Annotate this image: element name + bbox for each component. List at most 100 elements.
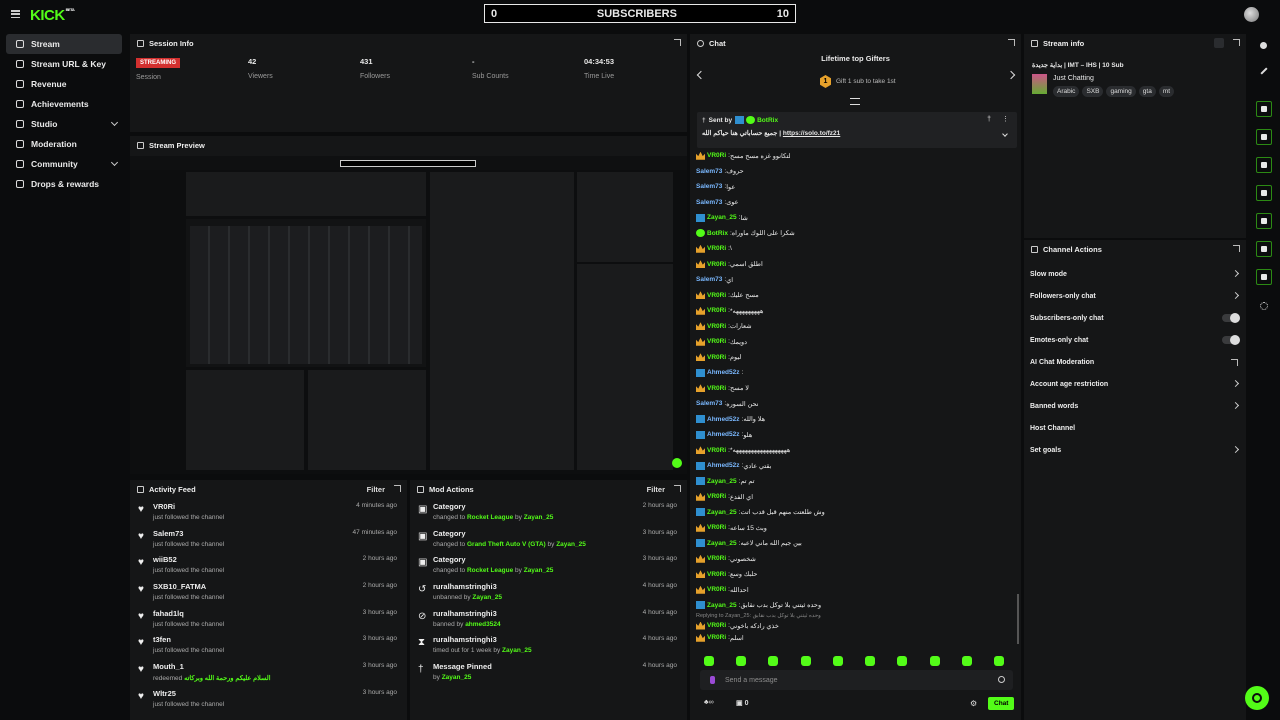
stream-tag[interactable]: mt	[1158, 86, 1175, 97]
chat-username[interactable]: VR0Ri	[707, 338, 726, 345]
mod-action-target[interactable]: ahmed3524	[465, 621, 500, 628]
chat-username[interactable]: Salem73	[696, 276, 722, 283]
collapse-icon[interactable]	[850, 98, 860, 105]
popout-icon[interactable]	[394, 485, 401, 492]
chat-username[interactable]: Salem73	[696, 400, 722, 407]
edit-icon[interactable]	[1260, 67, 1268, 75]
kick-logo[interactable]: KICKBETA	[30, 7, 75, 24]
filter-button[interactable]: Filter	[647, 485, 665, 494]
channel-action-subscribers-only-chat[interactable]: Subscribers-only chat	[1024, 307, 1246, 329]
emote-icon[interactable]	[736, 656, 747, 666]
emote-icon[interactable]	[704, 656, 714, 666]
mod-action-target[interactable]: Zayan_25	[472, 594, 502, 601]
mod-action-target[interactable]: Grand Theft Auto V (GTA)	[467, 541, 546, 548]
info-icon[interactable]	[1260, 42, 1267, 49]
chat-username[interactable]: VR0Ri	[707, 385, 726, 392]
edit-icon[interactable]	[1214, 38, 1224, 48]
chat-username[interactable]: VR0Ri	[707, 292, 726, 299]
chat-username[interactable]: Ahmed52z	[707, 431, 740, 438]
emote-icon[interactable]	[961, 656, 972, 666]
chat-input[interactable]: Send a message	[700, 670, 1013, 690]
chat-username[interactable]: Zayan_25	[707, 602, 737, 609]
toggle-switch[interactable]	[1222, 335, 1240, 345]
rail-button-3[interactable]	[1256, 157, 1272, 173]
apps-icon[interactable]	[1260, 302, 1268, 310]
channel-action-emotes-only-chat[interactable]: Emotes-only chat	[1024, 329, 1246, 351]
popout-icon[interactable]	[674, 485, 681, 492]
chevron-down-icon[interactable]	[110, 158, 119, 167]
chat-username[interactable]: VR0Ri	[707, 354, 726, 361]
popout-icon[interactable]	[1008, 39, 1015, 46]
emoji-icon[interactable]	[998, 676, 1005, 683]
chat-username[interactable]: VR0Ri	[707, 555, 726, 562]
emote-icon[interactable]	[832, 656, 843, 666]
stream-preview-video[interactable]	[130, 156, 687, 474]
chevron-right-icon[interactable]	[1231, 379, 1240, 388]
chat-username[interactable]: Zayan_25	[707, 214, 737, 221]
chevron-right-icon[interactable]	[1231, 401, 1240, 410]
mod-action-target[interactable]: Rocket League	[467, 514, 513, 521]
send-chat-button[interactable]: Chat	[988, 697, 1015, 710]
pinned-username[interactable]: BotRix	[757, 117, 778, 124]
channel-action-slow-mode[interactable]: Slow mode	[1024, 263, 1246, 285]
more-icon[interactable]: ⋮	[1002, 115, 1009, 123]
channel-action-set-goals[interactable]: Set goals	[1024, 439, 1246, 461]
sidebar-item-achievements[interactable]: Achievements	[6, 94, 122, 114]
sidebar-item-drops-rewards[interactable]: Drops & rewards	[6, 174, 122, 194]
chat-username[interactable]: Salem73	[696, 199, 722, 206]
popout-icon[interactable]	[1233, 39, 1240, 46]
toggle-switch[interactable]	[1222, 313, 1240, 323]
mod-action-by[interactable]: Zayan_25	[556, 541, 586, 548]
stream-tag[interactable]: gta	[1138, 86, 1156, 97]
sidebar-item-stream-url-key[interactable]: Stream URL & Key	[6, 54, 122, 74]
help-chat-button[interactable]	[1245, 686, 1269, 710]
emote-icon[interactable]	[897, 656, 908, 666]
chat-username[interactable]: VR0Ri	[707, 245, 726, 252]
rail-button-5[interactable]	[1256, 213, 1272, 229]
user-avatar[interactable]	[1244, 7, 1259, 22]
chat-username[interactable]: Zayan_25	[707, 540, 737, 547]
chevron-down-icon[interactable]	[110, 118, 119, 127]
rail-button-6[interactable]	[1256, 241, 1272, 257]
channel-action-ai-chat-moderation[interactable]: AI Chat Moderation	[1024, 351, 1246, 373]
external-link-icon[interactable]	[1231, 359, 1238, 366]
sidebar-item-moderation[interactable]: Moderation	[6, 134, 122, 154]
chat-username[interactable]: VR0Ri	[707, 447, 726, 454]
chevron-right-icon[interactable]	[1006, 70, 1016, 80]
sidebar-item-revenue[interactable]: Revenue	[6, 74, 122, 94]
chat-username[interactable]: Zayan_25	[707, 509, 737, 516]
emote-icon[interactable]	[865, 656, 876, 666]
mod-action-target[interactable]: Rocket League	[467, 567, 513, 574]
rail-button-7[interactable]	[1256, 269, 1272, 285]
emote-icon[interactable]	[768, 656, 779, 666]
pinned-link[interactable]: https://solo.to/fz21	[783, 130, 840, 137]
chevron-left-icon[interactable]	[696, 70, 706, 80]
emote-icon[interactable]	[929, 656, 940, 666]
mod-action-target[interactable]: Zayan_25	[502, 647, 532, 654]
chat-username[interactable]: VR0Ri	[707, 323, 726, 330]
popout-icon[interactable]	[674, 39, 681, 46]
sidebar-item-stream[interactable]: Stream	[6, 34, 122, 54]
unpin-icon[interactable]: †	[987, 116, 991, 123]
mod-action-by[interactable]: Zayan_25	[524, 567, 554, 574]
stream-tag[interactable]: Arabic	[1053, 86, 1080, 97]
chat-username[interactable]: Ahmed52z	[707, 462, 740, 469]
channel-action-host-channel[interactable]: Host Channel	[1024, 417, 1246, 439]
chat-username[interactable]: Ahmed52z	[707, 416, 740, 423]
viewers-icon[interactable]: ♣∞	[704, 699, 714, 706]
chat-username[interactable]: VR0Ri	[707, 493, 726, 500]
channel-action-account-age-restriction[interactable]: Account age restriction	[1024, 373, 1246, 395]
popout-icon[interactable]	[1233, 245, 1240, 252]
channel-action-followers-only-chat[interactable]: Followers-only chat	[1024, 285, 1246, 307]
emote-icon[interactable]	[993, 656, 1004, 666]
chat-username[interactable]: VR0Ri	[707, 261, 726, 268]
settings-icon[interactable]: ⚙	[970, 699, 977, 708]
rail-button-4[interactable]	[1256, 185, 1272, 201]
sidebar-item-studio[interactable]: Studio	[6, 114, 122, 134]
chat-scrollbar[interactable]	[1017, 594, 1019, 644]
chat-username[interactable]: Ahmed52z	[707, 369, 740, 376]
chat-username[interactable]: Salem73	[696, 168, 722, 175]
stream-tag[interactable]: gaming	[1106, 86, 1136, 97]
chevron-right-icon[interactable]	[1231, 291, 1240, 300]
chat-username[interactable]: VR0Ri	[707, 524, 726, 531]
